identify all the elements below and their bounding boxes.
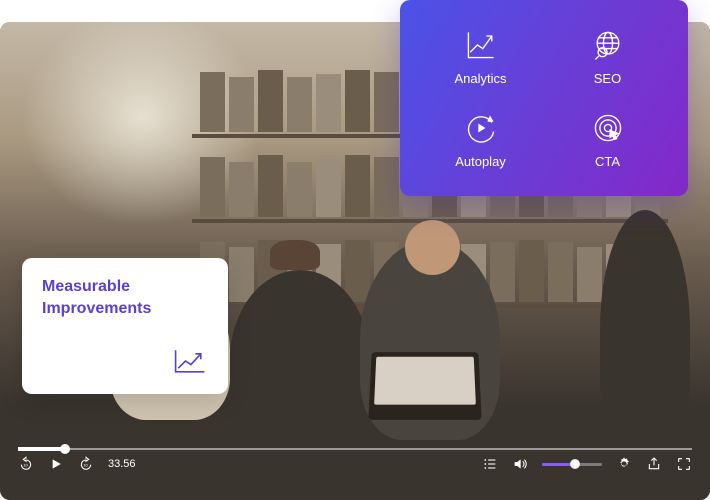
chapters-button[interactable] <box>482 456 498 472</box>
feature-panel: Analytics SEO Autoplay CTA <box>400 0 688 196</box>
feature-autoplay[interactable]: Autoplay <box>420 101 541 178</box>
autoplay-icon <box>463 110 499 146</box>
volume-button[interactable] <box>512 456 528 472</box>
feature-label: Autoplay <box>455 154 506 169</box>
seo-globe-search-icon <box>590 27 626 63</box>
svg-text:10: 10 <box>83 463 88 468</box>
measurable-improvements-card[interactable]: Measurable Improvements <box>22 258 228 394</box>
forward-10-button[interactable]: 10 <box>78 456 94 472</box>
analytics-chart-icon <box>463 27 499 63</box>
feature-label: SEO <box>594 71 621 86</box>
trend-up-icon <box>172 346 208 376</box>
rewind-10-button[interactable]: 10 <box>18 456 34 472</box>
feature-analytics[interactable]: Analytics <box>420 18 541 95</box>
feature-cta[interactable]: CTA <box>547 101 668 178</box>
share-button[interactable] <box>646 456 662 472</box>
feature-label: Analytics <box>454 71 506 86</box>
progress-knob[interactable] <box>60 444 70 454</box>
player-controls: 10 10 33.56 <box>0 448 710 500</box>
play-button[interactable] <box>48 456 64 472</box>
volume-knob[interactable] <box>570 459 580 469</box>
settings-button[interactable] <box>616 456 632 472</box>
feature-seo[interactable]: SEO <box>547 18 668 95</box>
progress-bar[interactable] <box>18 448 692 450</box>
cta-target-icon <box>590 110 626 146</box>
svg-text:10: 10 <box>23 463 28 468</box>
volume-slider[interactable] <box>542 463 602 466</box>
fullscreen-button[interactable] <box>676 456 692 472</box>
current-time: 33.56 <box>108 458 136 470</box>
feature-label: CTA <box>595 154 620 169</box>
card-title: Measurable Improvements <box>42 276 208 319</box>
